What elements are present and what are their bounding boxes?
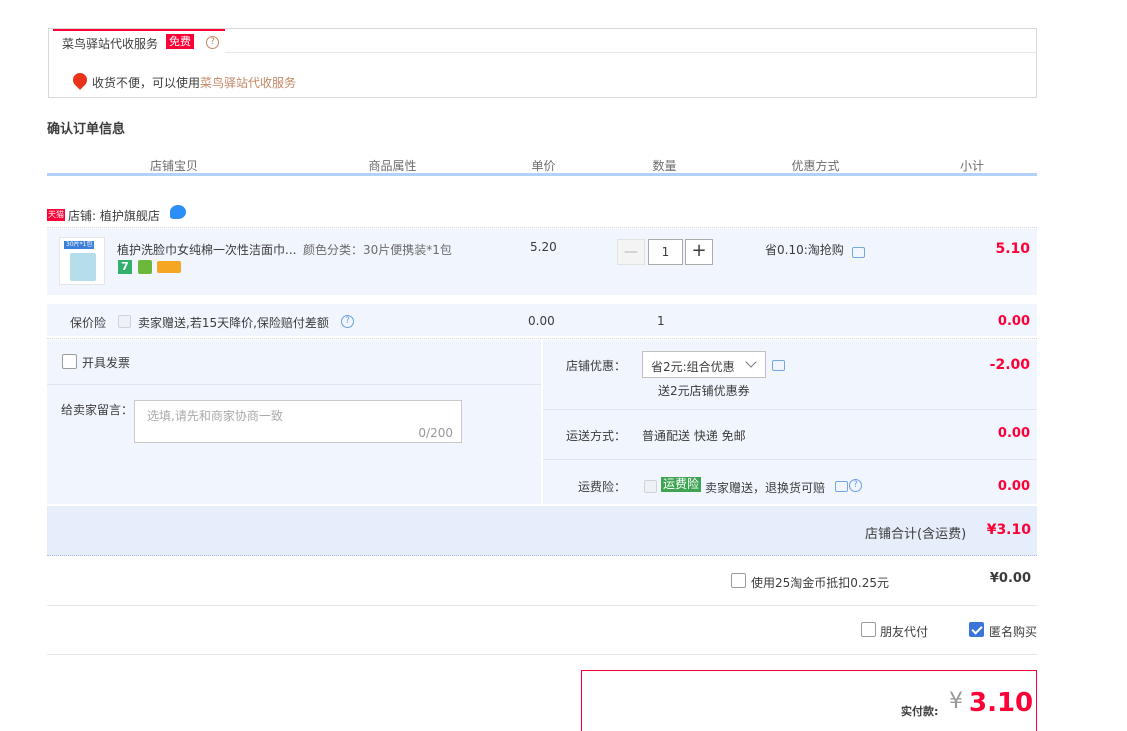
section-title: 确认订单信息	[47, 122, 126, 137]
station-pin-icon	[70, 70, 90, 90]
payment-summary-box: 实付款: ¥ 3.10	[581, 670, 1037, 731]
header-quantity: 数量	[652, 159, 677, 173]
insurance-price: 0.00	[528, 314, 555, 328]
product-thumbnail[interactable]: 30片*1包	[59, 237, 105, 285]
order-options-left: 开具发票 给卖家留言： 选填,请先和商家协商一致 0/200	[47, 340, 541, 504]
shipping-value: 普通配送 快递 免邮	[642, 429, 746, 443]
header-underline	[47, 173, 1037, 176]
pay-currency: ¥	[949, 689, 963, 714]
service-icon-7day: 7	[118, 260, 132, 274]
friend-pay-checkbox[interactable]	[861, 622, 876, 637]
freight-chat-icon[interactable]	[835, 481, 848, 492]
station-notice-link[interactable]: 菜鸟驿站代收服务	[200, 74, 296, 91]
item-unit-price: 5.20	[530, 240, 557, 254]
qty-increase-button[interactable]: +	[685, 239, 713, 265]
freight-insurance-desc: 卖家赠送，退换货可赔	[705, 481, 826, 495]
station-notice-text: 收货不便，可以使用	[92, 76, 201, 90]
price-protection-row: 保价险 卖家赠送,若15天降价,保险赔付差额 ? 0.00 1 0.00	[47, 304, 1037, 336]
coins-label: 使用25淘金币抵扣0.25元	[751, 576, 889, 590]
insurance-desc: 卖家赠送,若15天降价,保险赔付差额	[138, 316, 329, 330]
freight-insurance-checkbox[interactable]	[644, 480, 657, 493]
shop-discount-select[interactable]: 省2元:组合优惠	[642, 351, 766, 378]
qty-value: 1	[661, 245, 670, 259]
insurance-subtotal: 0.00	[997, 314, 1030, 329]
shop-discount-selected: 省2元:组合优惠	[651, 360, 735, 374]
insurance-label: 保价险	[70, 316, 107, 330]
item-attributes: 颜色分类：30片便携装*1包	[303, 243, 452, 257]
shipping-label: 运送方式：	[566, 429, 627, 443]
header-promotion: 优惠方式	[791, 159, 840, 173]
header-shop-item: 店铺宝贝	[149, 159, 198, 173]
coins-checkbox[interactable]	[731, 573, 746, 588]
free-badge: 免费	[166, 34, 194, 49]
freight-insurance-tag: 运费险	[661, 477, 702, 492]
message-label: 给卖家留言：	[61, 403, 134, 417]
freight-insurance-amount: 0.00	[997, 479, 1030, 494]
message-counter: 0/200	[418, 426, 453, 440]
friend-pay-label: 朋友代付	[880, 625, 929, 639]
shipping-amount: 0.00	[997, 426, 1030, 441]
item-title[interactable]: 植护洗脸巾女纯棉一次性洁面巾...	[117, 241, 296, 258]
shop-total-row: 店铺合计(含运费) ¥3.10	[47, 506, 1037, 556]
coins-amount: ¥0.00	[989, 571, 1031, 586]
pay-amount: 3.10	[969, 688, 1034, 718]
thumb-label: 30片*1包	[64, 241, 95, 249]
station-service-box: 菜鸟驿站代收服务 免费 ? 收货不便，可以使用 菜鸟驿站代收服务	[48, 28, 1037, 98]
invoice-checkbox[interactable]	[62, 354, 77, 369]
shop-total-amount: ¥3.10	[986, 522, 1031, 538]
shop-discount-label: 店铺优惠：	[566, 359, 627, 373]
insurance-qty: 1	[657, 314, 665, 328]
anonymous-checkbox[interactable]	[969, 622, 984, 637]
shop-discount-note: 送2元店铺优惠券	[658, 384, 750, 398]
order-options-right: 店铺优惠： 省2元:组合优惠 送2元店铺优惠券 -2.00 运送方式： 普通配送…	[543, 340, 1037, 504]
freight-help-icon[interactable]: ?	[849, 479, 862, 492]
wangwang-chat-icon[interactable]	[170, 205, 186, 219]
header-subtotal: 小计	[959, 159, 984, 173]
check-icon	[971, 623, 983, 635]
anonymous-label: 匿名购买	[989, 625, 1038, 639]
header-attributes: 商品属性	[368, 159, 417, 173]
item-row: 30片*1包 植护洗脸巾女纯棉一次性洁面巾... 7 颜色分类：30片便携装*1…	[47, 229, 1037, 295]
message-textarea[interactable]: 选填,请先和商家协商一致 0/200	[134, 400, 462, 443]
help-icon[interactable]: ?	[206, 36, 219, 49]
message-placeholder: 选填,请先和商家协商一致	[147, 409, 283, 423]
shop-discount-amount: -2.00	[989, 357, 1030, 373]
insurance-checkbox[interactable]	[118, 315, 131, 328]
promo-info-icon[interactable]	[852, 247, 865, 258]
chevron-down-icon	[745, 356, 757, 368]
station-tab[interactable]: 菜鸟驿站代收服务 免费 ?	[53, 29, 225, 53]
invoice-label: 开具发票	[82, 356, 131, 370]
item-subtotal: 5.10	[995, 241, 1030, 257]
freight-insurance-label: 运费险：	[578, 480, 627, 494]
header-unit-price: 单价	[531, 159, 556, 173]
insurance-help-icon[interactable]: ?	[341, 315, 354, 328]
shop-total-label: 店铺合计(含运费)	[865, 527, 967, 542]
tmall-badge: 天猫	[47, 209, 65, 221]
discount-info-icon[interactable]	[772, 360, 785, 371]
shop-name[interactable]: 店铺: 植护旗舰店	[68, 207, 160, 224]
qty-decrease-button[interactable]: —	[617, 239, 645, 265]
station-tab-label: 菜鸟驿站代收服务	[62, 37, 159, 51]
pay-label: 实付款:	[901, 705, 939, 718]
thumb-pack-image	[70, 253, 96, 281]
service-icon-card	[157, 261, 181, 273]
item-promotion: 省0.10:淘抢购	[765, 243, 844, 257]
qty-input[interactable]: 1	[648, 239, 683, 265]
service-icon-shield	[138, 260, 152, 274]
